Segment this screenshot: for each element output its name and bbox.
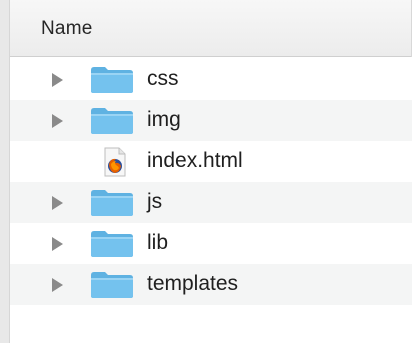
- sidebar-edge: [0, 0, 10, 343]
- disclosure-triangle-icon[interactable]: [52, 196, 63, 210]
- item-name: img: [147, 108, 181, 131]
- item-name: lib: [147, 231, 169, 254]
- list-item-lib[interactable]: lib: [10, 223, 412, 264]
- folder-icon: [91, 67, 133, 93]
- folder-icon: [91, 231, 133, 257]
- empty-row: [10, 305, 412, 343]
- finder-list-view: Name css img index.html js lib templates: [0, 0, 412, 343]
- disclosure-triangle-icon[interactable]: [52, 237, 63, 251]
- disclosure-triangle-icon[interactable]: [52, 278, 63, 292]
- item-name: css: [147, 67, 179, 90]
- name-column-header[interactable]: Name: [41, 18, 92, 40]
- disclosure-triangle-icon[interactable]: [52, 73, 63, 87]
- folder-icon: [91, 190, 133, 216]
- item-name: index.html: [147, 149, 243, 172]
- firefox-html-file-icon: [104, 147, 126, 177]
- folder-icon: [91, 272, 133, 298]
- list-item-css[interactable]: css: [10, 59, 412, 100]
- item-name: js: [147, 190, 163, 213]
- list-item-img[interactable]: img: [10, 100, 412, 141]
- list-item-templates[interactable]: templates: [10, 264, 412, 305]
- file-list: css img index.html js lib templates: [10, 57, 412, 343]
- column-header[interactable]: Name: [10, 0, 412, 57]
- folder-icon: [91, 108, 133, 134]
- disclosure-triangle-icon[interactable]: [52, 114, 63, 128]
- list-item-js[interactable]: js: [10, 182, 412, 223]
- list-item-index-html[interactable]: index.html: [10, 141, 412, 182]
- item-name: templates: [147, 272, 239, 295]
